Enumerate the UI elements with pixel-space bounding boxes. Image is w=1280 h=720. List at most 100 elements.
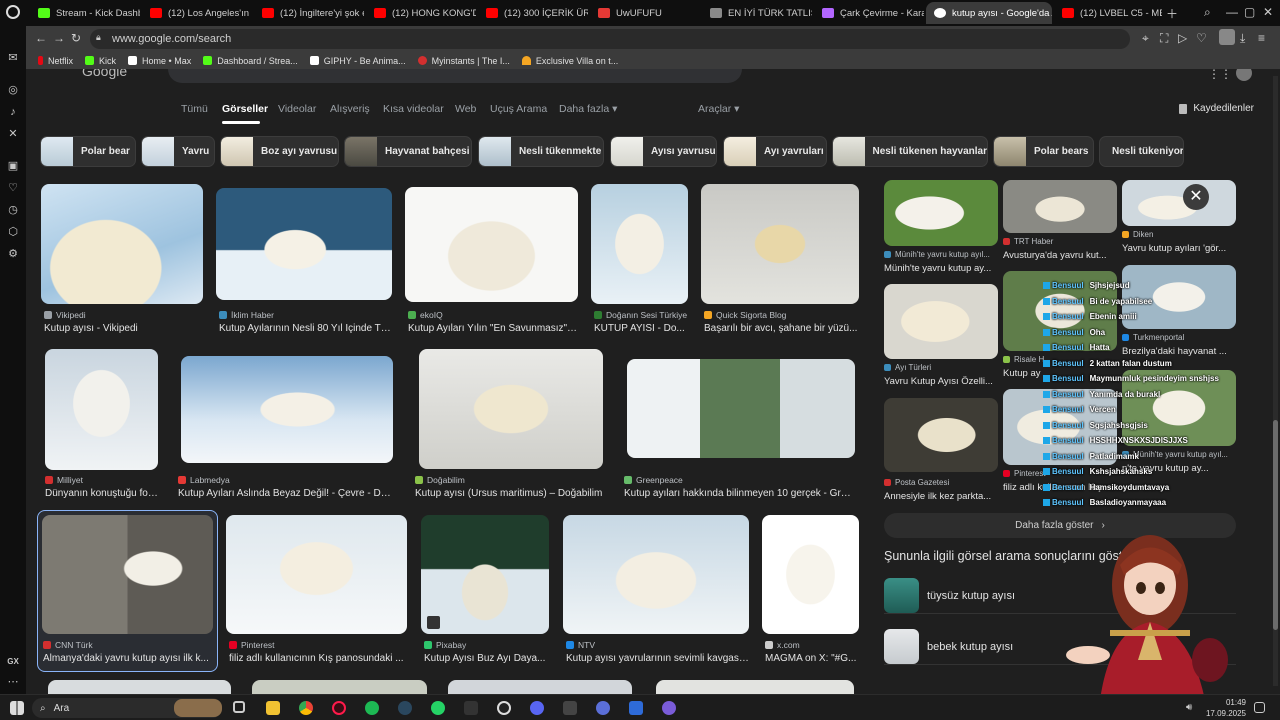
panel-image[interactable] (1122, 180, 1236, 226)
taskbar-clock[interactable]: 01:49 17.09.2025 (1206, 697, 1246, 719)
discord-icon[interactable] (530, 701, 544, 715)
chip-polar-bear[interactable]: Polar bear (40, 136, 136, 167)
tab-all[interactable]: Tümü (181, 103, 208, 115)
chip-boz-ayi[interactable]: Boz ayı yavrusu (220, 136, 339, 167)
result-image[interactable] (216, 188, 392, 300)
page-scrollbar[interactable] (1273, 76, 1278, 686)
result-title[interactable]: Kutup ayısı - Vikipedi (44, 323, 204, 334)
result-image[interactable] (591, 184, 688, 304)
obs-icon[interactable] (497, 701, 511, 715)
epic-games-icon[interactable] (464, 701, 478, 715)
bookmark-netflix[interactable]: Netflix (38, 56, 73, 66)
result-title[interactable]: Dünyanın konuştuğu fot... (45, 488, 158, 499)
result-image[interactable] (627, 359, 855, 458)
result-title[interactable]: Kutup Ayıları Yılın "En Savunmasız" ... (408, 323, 578, 334)
pin-icon[interactable]: ⌖ (1142, 31, 1149, 46)
tab-6[interactable]: EN İYİ TÜRK TATLISI (702, 2, 812, 24)
new-tab-icon[interactable]: ＋ (1166, 5, 1178, 22)
chrome-icon[interactable] (299, 701, 313, 715)
tab-0[interactable]: Stream - Kick Dashbo (30, 2, 140, 24)
tab-4[interactable]: (12) 300 İÇERİK ÜRE (478, 2, 588, 24)
chip-nesli-tukenen[interactable]: Nesli tükenen hayvanlar (832, 136, 988, 167)
tab-5[interactable]: UwUFUFU (590, 2, 700, 24)
reload-icon[interactable]: ↻ (71, 31, 81, 45)
panel-title[interactable]: Yavru kutup ayıları 'gör... (1122, 243, 1236, 254)
spotify-icon[interactable] (365, 701, 379, 715)
url-input[interactable]: 🔒︎ www.google.com/search (90, 29, 1130, 49)
result-title[interactable]: filiz adlı kullanıcının Kış panosundaki … (229, 653, 407, 664)
account-avatar[interactable] (1236, 69, 1252, 81)
result-image[interactable] (563, 515, 749, 634)
panel-title[interactable]: Avusturya'da yavru kut... (1003, 250, 1117, 261)
panel-image[interactable] (1003, 180, 1117, 233)
wallet-icon[interactable]: ▣ (7, 160, 19, 172)
result-image[interactable] (656, 680, 854, 694)
tab-7[interactable]: Çark Çevirme - Kara (814, 2, 924, 24)
panel-card[interactable]: Diken Yavru kutup ayıları 'gör... (1122, 180, 1236, 276)
opera-gx-icon[interactable] (332, 701, 346, 715)
result-image[interactable] (41, 184, 203, 304)
notification-icon[interactable] (1254, 702, 1265, 713)
bookmark-dashboard[interactable]: Dashboard / Strea... (203, 56, 298, 66)
chip-ayisi-yavrusu[interactable]: Ayısı yavrusu (610, 136, 717, 167)
taskbar-search-input[interactable]: ⌕ Ara (32, 698, 222, 718)
result-image[interactable] (762, 515, 859, 634)
steam-icon[interactable] (398, 701, 412, 715)
result-image[interactable] (405, 187, 578, 302)
result-card[interactable]: Doğanın Sesi Türkiye KUTUP AYISI - Do... (591, 184, 688, 334)
tab-web[interactable]: Web (455, 103, 476, 115)
result-title[interactable]: Kutup Ayılarının Nesli 80 Yıl İçinde Tü.… (219, 323, 394, 334)
download-icon[interactable]: ⤓ (1240, 31, 1245, 46)
messenger-icon[interactable]: ✉ (7, 52, 19, 64)
result-image[interactable] (421, 515, 549, 634)
scrollbar-thumb[interactable] (1273, 420, 1278, 630)
result-card[interactable]: NTV Kutup ayısı yavrularının sevimli kav… (563, 515, 749, 667)
app-icon[interactable] (563, 701, 577, 715)
result-image[interactable] (48, 680, 231, 694)
task-view-icon[interactable] (233, 701, 245, 713)
result-card[interactable]: Vikipedi Kutup ayısı - Vikipedi (41, 184, 203, 334)
send-icon[interactable]: ▷ (1178, 31, 1187, 45)
app-icon[interactable] (629, 701, 643, 715)
minimize-icon[interactable]: — (1226, 5, 1238, 19)
volume-icon[interactable]: 🔊︎ (1186, 702, 1198, 714)
panel-card[interactable]: Münih'te yavru kutup ayıl... Münih'te ya… (884, 180, 998, 276)
chip-yavru[interactable]: Yavru (141, 136, 215, 167)
chip-ayi-yavrulari[interactable]: Ayı yavruları (723, 136, 827, 167)
result-title[interactable]: Kutup ayıları hakkında bilinmeyen 10 ger… (624, 488, 856, 499)
tiktok-icon[interactable]: ♪ (7, 106, 19, 118)
result-image[interactable] (45, 349, 158, 470)
result-image[interactable] (252, 680, 427, 694)
snapshot-icon[interactable]: ⛶ (1160, 31, 1168, 46)
result-card[interactable]: x.com MAGMA on X: "#G... (762, 515, 859, 667)
panel-title[interactable]: Annesiyle ilk kez parkta... (884, 491, 998, 502)
panel-card[interactable]: Posta Gazetesi Annesiyle ilk kez parkta.… (884, 398, 998, 502)
result-card[interactable]: İklim Haber Kutup Ayılarının Nesli 80 Yı… (216, 188, 394, 334)
result-card[interactable]: Milliyet Dünyanın konuştuğu fot... (45, 349, 158, 501)
tab-8[interactable]: kutup ayısı - Google'da A✕ (926, 2, 1052, 24)
tab-flights[interactable]: Uçuş Arama (490, 103, 547, 115)
app-icon[interactable] (662, 701, 676, 715)
file-explorer-icon[interactable] (266, 701, 280, 715)
whatsapp-icon[interactable] (431, 701, 445, 715)
chip-hayvanat[interactable]: Hayvanat bahçesi (344, 136, 472, 167)
tab-9[interactable]: (12) LVBEL C5 - MEH (1054, 2, 1162, 24)
result-image[interactable] (448, 680, 632, 694)
windows-start-icon[interactable] (10, 701, 24, 715)
app-icon[interactable] (596, 701, 610, 715)
forward-icon[interactable]: → (53, 31, 65, 45)
result-image[interactable] (701, 184, 859, 304)
settings-icon[interactable]: ⚙ (7, 248, 19, 260)
chip-nesli-tukeniyor[interactable]: Nesli tükeniyor (1099, 136, 1184, 167)
result-image[interactable] (181, 356, 393, 463)
result-title[interactable]: Kutup ayısı (Ursus maritimus) – Doğabili… (415, 488, 605, 499)
result-card[interactable]: Pixabay Kutup Ayısı Buz Ayı Daya... (421, 515, 549, 667)
bookmark-max[interactable]: Home • Max (128, 56, 191, 66)
panel-image[interactable] (884, 398, 998, 472)
panel-card[interactable]: Ayı Türleri Yavru Kutup Ayısı Özelli... (884, 284, 998, 387)
tab-short-videos[interactable]: Kısa videolar (383, 103, 444, 115)
result-title[interactable]: Kutup Ayısı Buz Ayı Daya... (424, 653, 549, 664)
result-image[interactable] (226, 515, 407, 634)
tab-3[interactable]: (12) HONG KONG'DA (366, 2, 476, 24)
tools-button[interactable]: Araçlar ▾ (698, 103, 739, 115)
